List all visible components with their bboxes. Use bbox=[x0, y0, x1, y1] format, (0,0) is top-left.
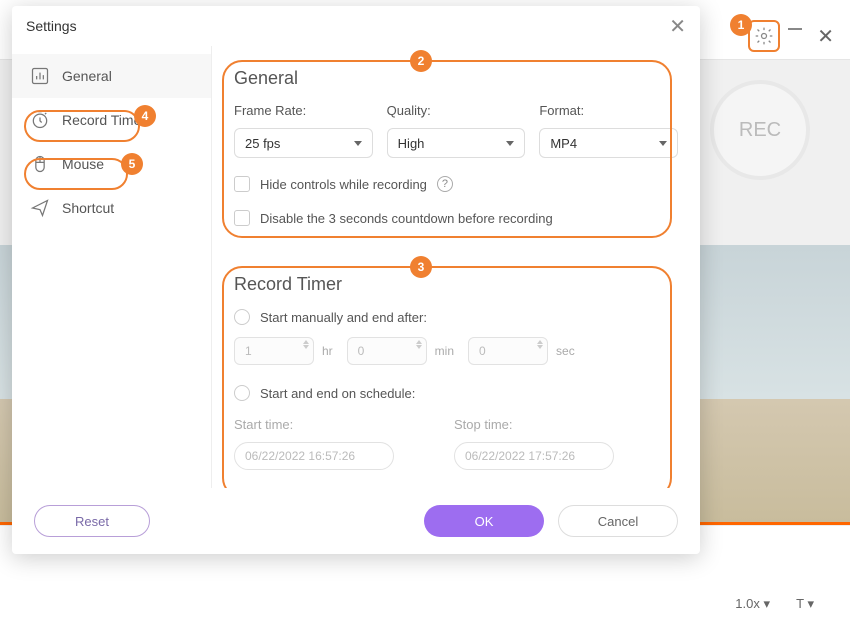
send-icon bbox=[30, 198, 50, 218]
settings-content[interactable]: 2 General Frame Rate: 25 fps Quality: Hi… bbox=[212, 46, 700, 488]
sidebar-item-label: Mouse bbox=[62, 156, 104, 172]
annotation-badge-2: 2 bbox=[410, 50, 432, 72]
dialog-footer: Reset OK Cancel bbox=[12, 488, 700, 554]
annotation-badge-1: 1 bbox=[730, 14, 752, 36]
help-icon[interactable]: ? bbox=[437, 176, 453, 192]
gear-icon bbox=[754, 26, 774, 46]
annotation-badge-4: 4 bbox=[134, 105, 156, 127]
cancel-button[interactable]: Cancel bbox=[558, 505, 678, 537]
annotation-badge-3: 3 bbox=[410, 256, 432, 278]
manual-end-radio[interactable] bbox=[234, 309, 250, 325]
section-title-general: General bbox=[234, 68, 678, 89]
disable-countdown-checkbox[interactable] bbox=[234, 210, 250, 226]
zoom-label[interactable]: 1.0x ▾ bbox=[735, 596, 770, 612]
minutes-spinner[interactable]: 0 bbox=[347, 337, 427, 365]
hide-controls-label: Hide controls while recording bbox=[260, 177, 427, 192]
mouse-icon bbox=[30, 154, 50, 174]
seconds-unit: sec bbox=[556, 344, 575, 358]
annotation-badge-5: 5 bbox=[121, 153, 143, 175]
seconds-spinner[interactable]: 0 bbox=[468, 337, 548, 365]
hours-unit: hr bbox=[322, 344, 333, 358]
minimize-icon[interactable] bbox=[788, 28, 802, 30]
dialog-header: Settings ✕ bbox=[12, 6, 700, 46]
start-time-label: Start time: bbox=[234, 417, 394, 432]
quality-select[interactable]: High bbox=[387, 128, 526, 158]
ok-button[interactable]: OK bbox=[424, 505, 544, 537]
record-button[interactable]: REC bbox=[710, 80, 810, 180]
schedule-label: Start and end on schedule: bbox=[260, 386, 415, 401]
sidebar-item-shortcut[interactable]: Shortcut bbox=[12, 186, 211, 230]
sidebar-item-mouse[interactable]: Mouse bbox=[12, 142, 211, 186]
manual-end-label: Start manually and end after: bbox=[260, 310, 427, 325]
bg-settings-button-highlight[interactable] bbox=[748, 20, 780, 52]
text-tool-icon[interactable]: T ▾ bbox=[796, 596, 814, 612]
sidebar-item-record-timer[interactable]: Record Timer bbox=[12, 98, 211, 142]
sidebar-item-label: General bbox=[62, 68, 112, 84]
frame-rate-select[interactable]: 25 fps bbox=[234, 128, 373, 158]
hide-controls-checkbox[interactable] bbox=[234, 176, 250, 192]
start-time-input[interactable]: 06/22/2022 16:57:26 bbox=[234, 442, 394, 470]
section-title-record-timer: Record Timer bbox=[234, 274, 678, 295]
frame-rate-label: Frame Rate: bbox=[234, 103, 373, 118]
close-icon[interactable]: ✕ bbox=[669, 14, 686, 39]
format-select[interactable]: MP4 bbox=[539, 128, 678, 158]
format-label: Format: bbox=[539, 103, 678, 118]
reset-button[interactable]: Reset bbox=[34, 505, 150, 537]
sidebar-item-label: Shortcut bbox=[62, 200, 114, 216]
minutes-unit: min bbox=[435, 344, 454, 358]
stop-time-label: Stop time: bbox=[454, 417, 614, 432]
hours-spinner[interactable]: 1 bbox=[234, 337, 314, 365]
schedule-radio[interactable] bbox=[234, 385, 250, 401]
close-icon[interactable]: ✕ bbox=[817, 24, 834, 49]
sidebar: General Record Timer Mouse Shortcut 4 5 bbox=[12, 46, 212, 488]
bar-chart-icon bbox=[30, 66, 50, 86]
dialog-title: Settings bbox=[26, 18, 77, 34]
disable-countdown-label: Disable the 3 seconds countdown before r… bbox=[260, 211, 553, 226]
settings-dialog: Settings ✕ General Record Timer Mouse Sh… bbox=[12, 6, 700, 554]
stopwatch-icon bbox=[30, 110, 50, 130]
quality-label: Quality: bbox=[387, 103, 526, 118]
sidebar-item-general[interactable]: General bbox=[12, 54, 211, 98]
stop-time-input[interactable]: 06/22/2022 17:57:26 bbox=[454, 442, 614, 470]
